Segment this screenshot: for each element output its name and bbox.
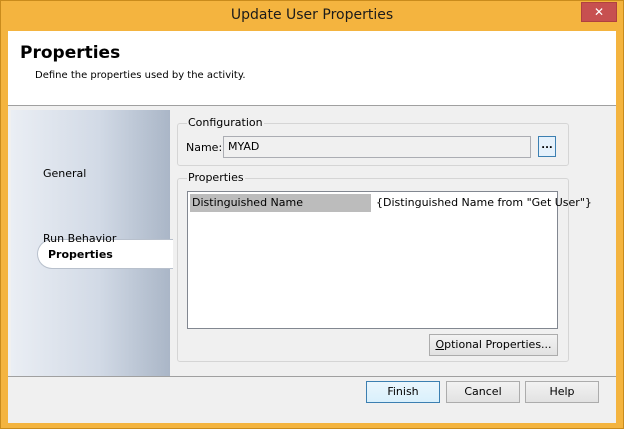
- title-bar[interactable]: Update User Properties ✕: [1, 1, 623, 31]
- property-value[interactable]: {Distinguished Name from "Get User"}: [376, 194, 592, 212]
- property-key[interactable]: Distinguished Name: [190, 194, 371, 212]
- nav-item-run-behavior[interactable]: Run Behavior: [43, 232, 116, 245]
- optional-properties-button[interactable]: Optional Properties...: [429, 334, 558, 356]
- nav-item-general[interactable]: General: [43, 167, 86, 180]
- page-subtitle: Define the properties used by the activi…: [35, 70, 246, 81]
- property-row[interactable]: Distinguished Name {Distinguished Name f…: [188, 192, 592, 212]
- close-button[interactable]: ✕: [581, 2, 617, 22]
- configuration-group-label: Configuration: [187, 116, 264, 129]
- navigation-panel: General Properties Run Behavior: [11, 110, 173, 376]
- properties-group: Properties Distinguished Name {Distingui…: [177, 171, 592, 362]
- footer-divider: [8, 376, 616, 377]
- configuration-group: Configuration Name: MYAD ...: [177, 116, 569, 166]
- close-icon: ✕: [593, 5, 605, 19]
- nav-item-label: Properties: [48, 248, 113, 261]
- browse-button[interactable]: ...: [538, 136, 556, 157]
- header-panel: Properties Define the properties used by…: [8, 31, 616, 105]
- cancel-button[interactable]: Cancel: [446, 381, 520, 403]
- access-key: O: [435, 338, 445, 351]
- dialog-client-area: Properties Define the properties used by…: [8, 31, 616, 423]
- window-title: Update User Properties: [230, 7, 394, 23]
- help-button[interactable]: Help: [525, 381, 599, 403]
- page-title: Properties: [20, 43, 121, 63]
- name-field[interactable]: MYAD: [223, 136, 531, 158]
- properties-group-label: Properties: [187, 171, 245, 184]
- finish-button[interactable]: Finish: [366, 381, 440, 403]
- property-grid: Distinguished Name {Distinguished Name f…: [187, 191, 592, 329]
- dialog-window: Update User Properties ✕ Properties Defi…: [0, 0, 624, 429]
- header-divider: [8, 105, 616, 106]
- name-label: Name:: [186, 141, 223, 154]
- optional-properties-label: ptional Properties...: [444, 338, 552, 351]
